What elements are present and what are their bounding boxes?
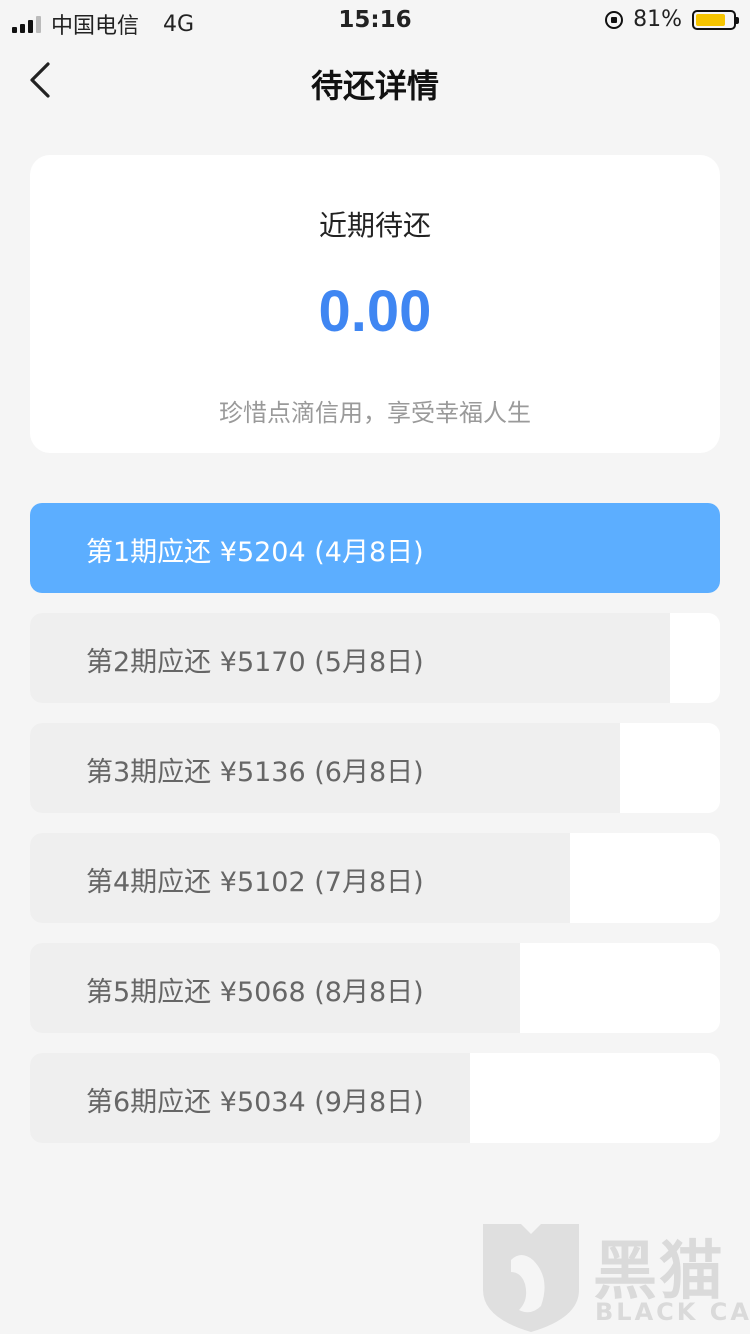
- summary-amount: 0.00: [318, 279, 432, 344]
- battery-percent: 81%: [633, 7, 682, 32]
- battery-level: [696, 13, 726, 26]
- status-right: 81%: [605, 7, 739, 32]
- installment-item[interactable]: 第5期应还 ¥5068 (8月8日): [30, 943, 720, 1033]
- summary-card: 近期待还 0.00 珍惜点滴信用，享受幸福人生: [30, 155, 720, 453]
- black-cat-shield-icon: [483, 1224, 579, 1332]
- page-title: 待还详情: [310, 67, 439, 105]
- installment-item[interactable]: 第2期应还 ¥5170 (5月8日): [30, 613, 720, 703]
- watermark-text-en: BLACK CAT: [595, 1298, 750, 1326]
- battery-icon: [692, 9, 739, 30]
- installment-list: 第1期应还 ¥5204 (4月8日) 第2期应还 ¥5170 (5月8日) 第3…: [30, 503, 720, 1163]
- installment-label: 第3期应还 ¥5136 (6月8日): [86, 757, 424, 788]
- installment-label: 第4期应还 ¥5102 (7月8日): [86, 867, 424, 898]
- installment-item[interactable]: 第4期应还 ¥5102 (7月8日): [30, 833, 720, 923]
- installment-item[interactable]: 第3期应还 ¥5136 (6月8日): [30, 723, 720, 813]
- rotation-lock-icon: [605, 10, 624, 29]
- black-cat-watermark: 黑猫 BLACK CAT: [481, 1220, 750, 1334]
- navigation-bar: 待还详情: [0, 40, 750, 124]
- installment-item[interactable]: 第6期应还 ¥5034 (9月8日): [30, 1053, 720, 1143]
- installment-item[interactable]: 第1期应还 ¥5204 (4月8日): [30, 503, 720, 593]
- installment-label: 第2期应还 ¥5170 (5月8日): [86, 647, 424, 678]
- installment-label: 第5期应还 ¥5068 (8月8日): [86, 977, 424, 1008]
- installment-label: 第6期应还 ¥5034 (9月8日): [86, 1087, 424, 1118]
- status-bar: 中国电信 4G 15:16 81%: [0, 0, 750, 40]
- summary-title: 近期待还: [318, 209, 431, 242]
- installment-label: 第1期应还 ¥5204 (4月8日): [86, 537, 424, 568]
- summary-note: 珍惜点滴信用，享受幸福人生: [219, 399, 531, 427]
